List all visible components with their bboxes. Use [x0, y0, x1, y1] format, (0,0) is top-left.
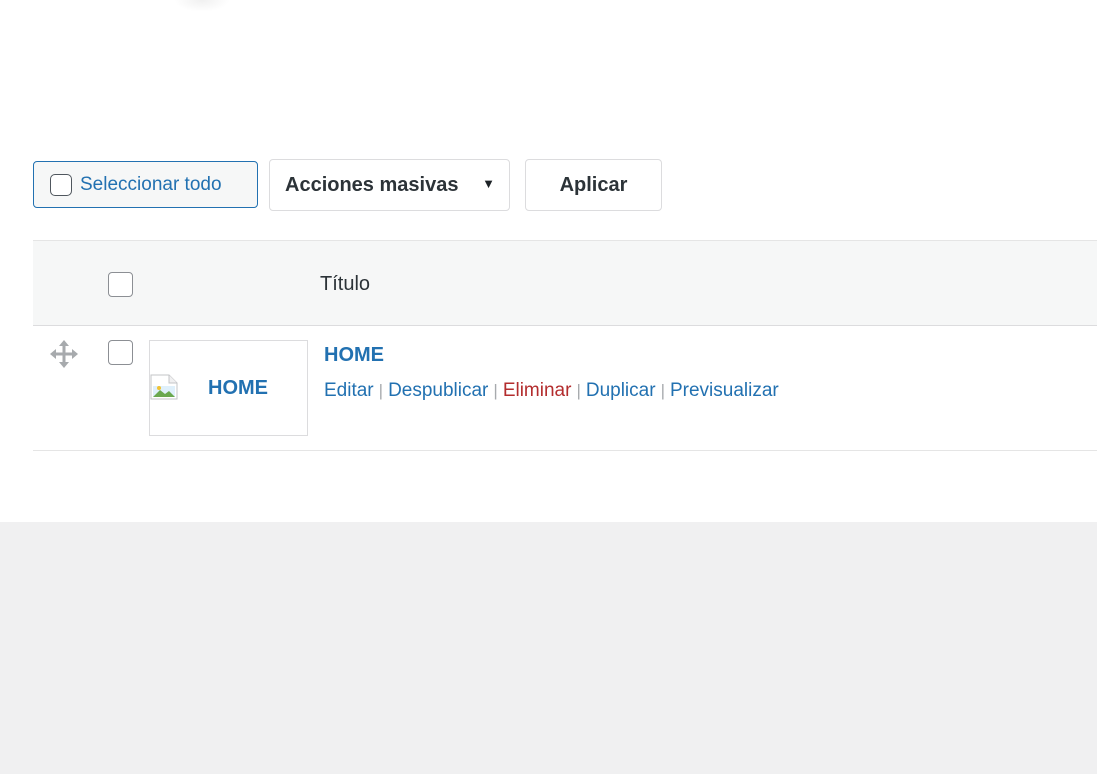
- separator: |: [660, 381, 665, 400]
- move-arrows-icon[interactable]: [49, 339, 79, 369]
- caret-down-icon: ▼: [482, 176, 495, 191]
- duplicate-link[interactable]: Duplicar: [586, 380, 656, 401]
- select-all-button[interactable]: Seleccionar todo: [33, 161, 258, 208]
- row-title-link[interactable]: HOME: [324, 344, 384, 367]
- unpublish-link[interactable]: Despublicar: [388, 380, 488, 401]
- table-header: Título: [33, 240, 1097, 326]
- row-actions: Editar | Despublicar | Eliminar | Duplicar | Pre…: [324, 380, 779, 402]
- select-all-checkbox[interactable]: [50, 173, 72, 196]
- thumbnail-alt-text: HOME: [208, 377, 268, 399]
- content-panel: Seleccionar todo Acciones masivas ▼ Apli…: [0, 0, 1097, 522]
- bulk-actions-select[interactable]: Acciones masivas ▼: [269, 159, 510, 211]
- row-select-checkbox[interactable]: [108, 340, 133, 365]
- table-row: HOME HOME Editar | Despublicar | Eliminar | Du…: [33, 326, 1097, 451]
- column-header-title: Título: [320, 273, 371, 295]
- broken-image-icon: [150, 374, 178, 400]
- delete-link[interactable]: Eliminar: [503, 380, 572, 401]
- separator: |: [576, 381, 581, 400]
- edit-link[interactable]: Editar: [324, 380, 374, 401]
- apply-button[interactable]: Aplicar: [525, 159, 662, 211]
- header-select-checkbox[interactable]: [108, 272, 133, 297]
- select-all-label: Seleccionar todo: [80, 173, 222, 195]
- preview-link[interactable]: Previsualizar: [670, 380, 779, 401]
- top-shadow: [174, 0, 230, 12]
- page-thumbnail[interactable]: HOME: [149, 340, 308, 436]
- separator: |: [378, 381, 384, 400]
- bulk-actions-selected: Acciones masivas: [285, 173, 459, 196]
- separator: |: [493, 381, 498, 400]
